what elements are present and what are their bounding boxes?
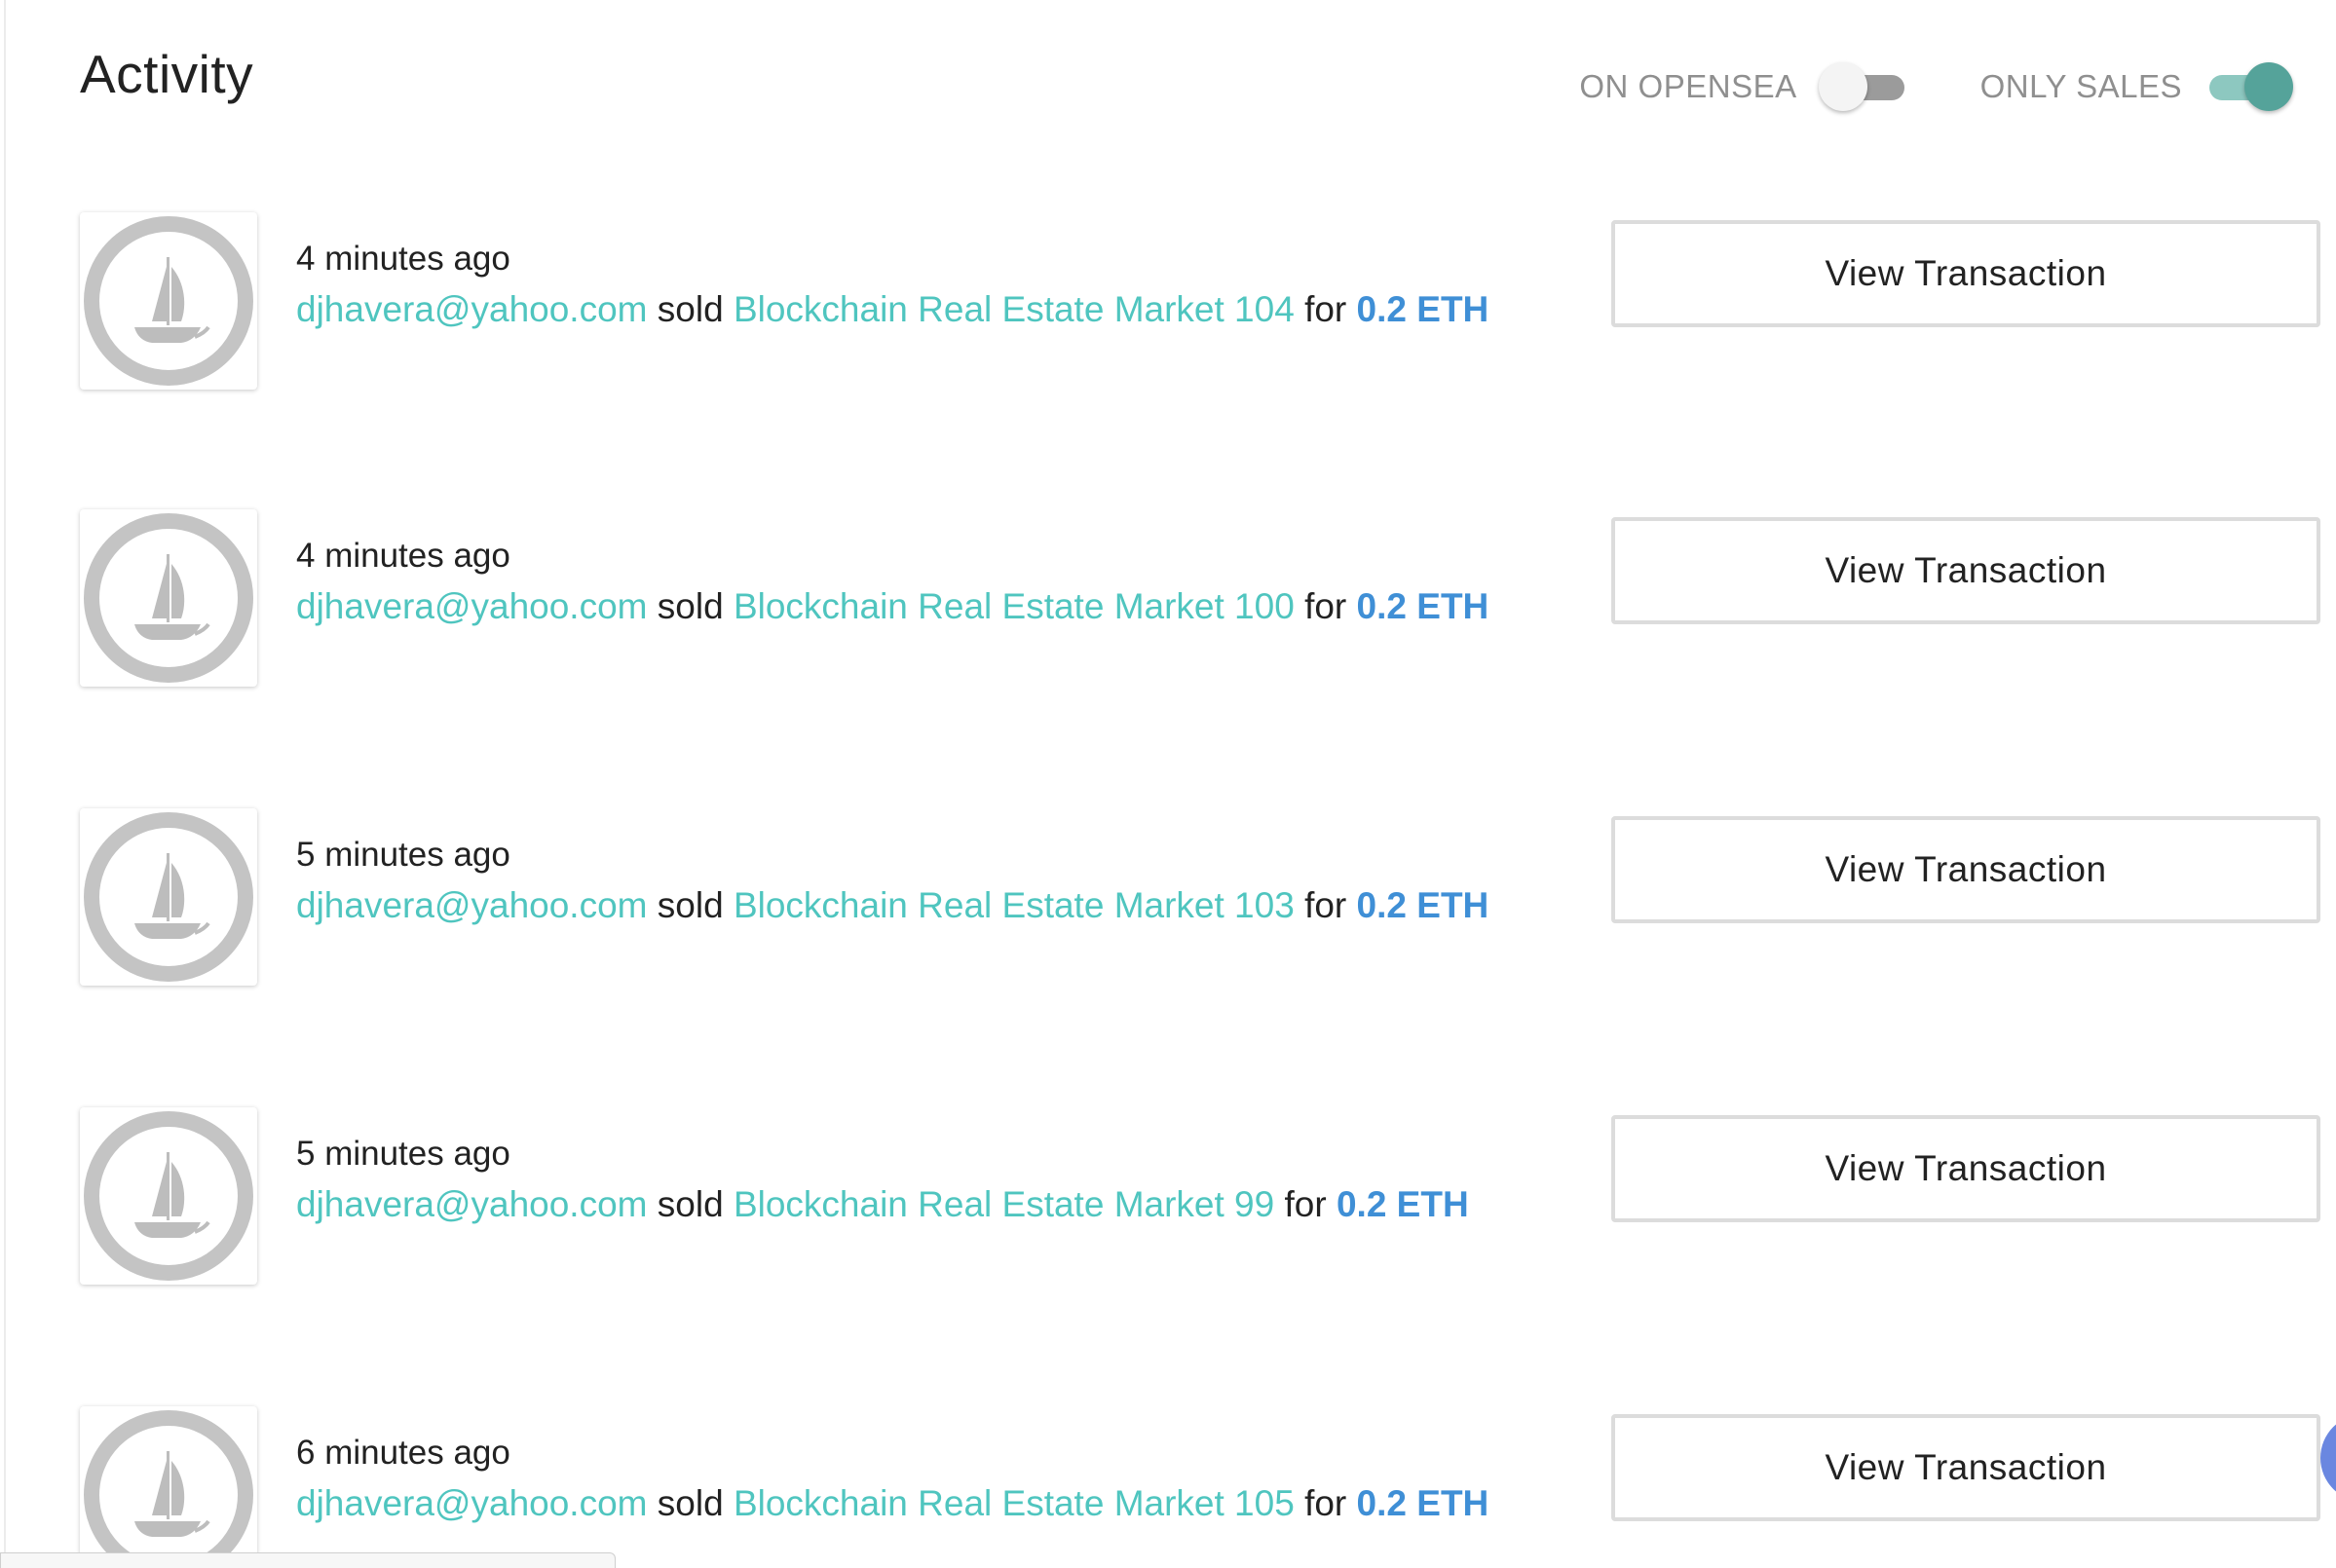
view-transaction-button[interactable]: View Transaction	[1611, 517, 2320, 624]
verb-text: sold	[657, 289, 724, 329]
activity-time: 4 minutes ago	[296, 537, 510, 575]
verb-text: sold	[657, 586, 724, 626]
activity-sentence: djhavera@yahoo.com sold Blockchain Real …	[296, 284, 1488, 335]
activity-sentence: djhavera@yahoo.com sold Blockchain Real …	[296, 1179, 1469, 1230]
activity-row: 4 minutes ago djhavera@yahoo.com sold Bl…	[0, 212, 2336, 397]
item-link[interactable]: Blockchain Real Estate Market 104	[734, 289, 1295, 329]
activity-time: 4 minutes ago	[296, 240, 510, 278]
activity-sentence: djhavera@yahoo.com sold Blockchain Real …	[296, 1478, 1488, 1529]
switch-knob[interactable]	[2244, 62, 2293, 111]
opensea-ship-icon	[84, 513, 253, 683]
toggle-only-sales: ONLY SALES	[1980, 62, 2293, 111]
view-transaction-button[interactable]: View Transaction	[1611, 816, 2320, 923]
activity-details: 5 minutes ago djhavera@yahoo.com sold Bl…	[296, 1129, 1469, 1230]
activity-page: Activity ON OPENSEA ONLY SALES 4 minutes…	[0, 0, 2336, 1568]
activity-row: 6 minutes ago djhavera@yahoo.com sold Bl…	[0, 1406, 2336, 1568]
activity-row: 5 minutes ago djhavera@yahoo.com sold Bl…	[0, 808, 2336, 993]
activity-details: 6 minutes ago djhavera@yahoo.com sold Bl…	[296, 1428, 1488, 1529]
seller-link[interactable]: djhavera@yahoo.com	[296, 289, 647, 329]
opensea-ship-icon	[84, 216, 253, 386]
activity-row: 5 minutes ago djhavera@yahoo.com sold Bl…	[0, 1107, 2336, 1292]
view-transaction-button[interactable]: View Transaction	[1611, 1115, 2320, 1222]
item-thumbnail[interactable]	[80, 212, 257, 390]
connector-text: for	[1304, 885, 1347, 925]
verb-text: sold	[657, 885, 724, 925]
item-link[interactable]: Blockchain Real Estate Market 105	[734, 1483, 1295, 1523]
page-title: Activity	[80, 44, 254, 104]
only-sales-switch[interactable]	[2204, 62, 2293, 111]
filter-toggles: ON OPENSEA ONLY SALES	[1507, 62, 2293, 111]
seller-link[interactable]: djhavera@yahoo.com	[296, 1184, 647, 1224]
item-link[interactable]: Blockchain Real Estate Market 100	[734, 586, 1295, 626]
item-link[interactable]: Blockchain Real Estate Market 103	[734, 885, 1295, 925]
price-link[interactable]: 0.2 ETH	[1357, 1483, 1489, 1523]
connector-text: for	[1304, 586, 1347, 626]
price-link[interactable]: 0.2 ETH	[1357, 885, 1489, 925]
item-thumbnail[interactable]	[80, 1406, 257, 1568]
seller-link[interactable]: djhavera@yahoo.com	[296, 885, 647, 925]
activity-details: 4 minutes ago djhavera@yahoo.com sold Bl…	[296, 234, 1488, 335]
item-thumbnail[interactable]	[80, 1107, 257, 1285]
activity-details: 5 minutes ago djhavera@yahoo.com sold Bl…	[296, 830, 1488, 931]
activity-row: 4 minutes ago djhavera@yahoo.com sold Bl…	[0, 509, 2336, 694]
seller-link[interactable]: djhavera@yahoo.com	[296, 586, 647, 626]
on-opensea-switch[interactable]	[1818, 62, 1908, 111]
browser-status-bar	[0, 1552, 616, 1568]
opensea-ship-icon	[84, 1410, 253, 1568]
verb-text: sold	[657, 1483, 724, 1523]
connector-text: for	[1284, 1184, 1327, 1224]
view-transaction-button[interactable]: View Transaction	[1611, 1414, 2320, 1521]
opensea-ship-icon	[84, 1111, 253, 1281]
connector-text: for	[1304, 289, 1347, 329]
verb-text: sold	[657, 1184, 724, 1224]
price-link[interactable]: 0.2 ETH	[1337, 1184, 1469, 1224]
toggle-on-opensea: ON OPENSEA	[1579, 62, 1907, 111]
item-link[interactable]: Blockchain Real Estate Market 99	[734, 1184, 1274, 1224]
activity-time: 5 minutes ago	[296, 836, 510, 874]
item-thumbnail[interactable]	[80, 509, 257, 687]
item-thumbnail[interactable]	[80, 808, 257, 986]
switch-knob[interactable]	[1818, 62, 1867, 111]
activity-time: 6 minutes ago	[296, 1434, 510, 1472]
opensea-ship-icon	[84, 812, 253, 982]
price-link[interactable]: 0.2 ETH	[1357, 586, 1489, 626]
activity-time: 5 minutes ago	[296, 1135, 510, 1173]
activity-details: 4 minutes ago djhavera@yahoo.com sold Bl…	[296, 531, 1488, 632]
activity-sentence: djhavera@yahoo.com sold Blockchain Real …	[296, 581, 1488, 632]
price-link[interactable]: 0.2 ETH	[1357, 289, 1489, 329]
toggle-on-opensea-label: ON OPENSEA	[1579, 68, 1797, 104]
seller-link[interactable]: djhavera@yahoo.com	[296, 1483, 647, 1523]
connector-text: for	[1304, 1483, 1347, 1523]
toggle-only-sales-label: ONLY SALES	[1979, 68, 2182, 104]
activity-sentence: djhavera@yahoo.com sold Blockchain Real …	[296, 880, 1488, 931]
view-transaction-button[interactable]: View Transaction	[1611, 220, 2320, 327]
